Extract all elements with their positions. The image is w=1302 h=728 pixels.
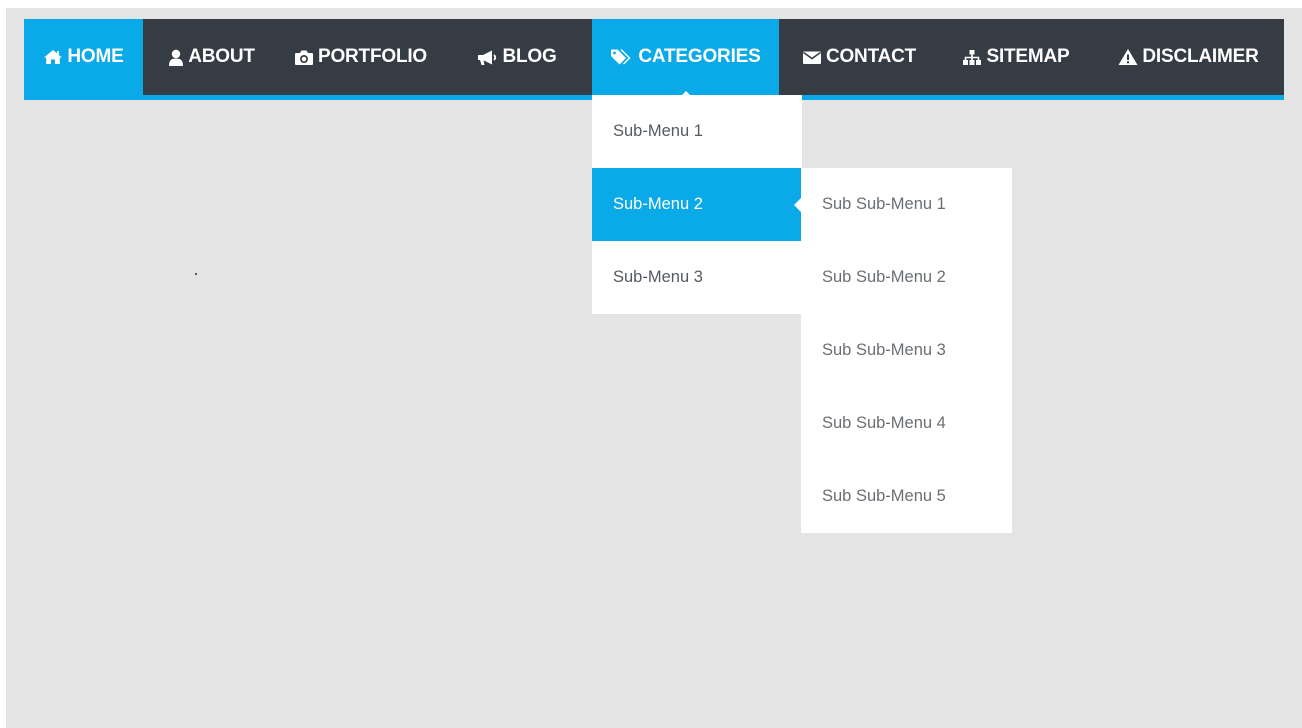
- nav-label-portfolio: PORTFOLIO: [317, 46, 428, 67]
- subsub-label: Sub Sub-Menu 3: [822, 341, 946, 359]
- stray-dot: [195, 273, 197, 275]
- nav-item-sitemap[interactable]: SITEMAP: [939, 19, 1093, 95]
- submenu-label: Sub-Menu 1: [613, 122, 703, 140]
- categories-submenu: Sub-Menu 1 Sub-Menu 2 Sub-Menu 3: [592, 95, 802, 314]
- megaphone-icon: [476, 49, 502, 66]
- subsub-label: Sub Sub-Menu 1: [822, 195, 946, 213]
- nav-item-disclaimer[interactable]: DISCLAIMER: [1093, 19, 1284, 95]
- nav-item-portfolio[interactable]: PORTFOLIO: [280, 19, 441, 95]
- user-icon: [168, 49, 188, 66]
- nav-label-contact: CONTACT: [825, 46, 917, 67]
- subsub-label: Sub Sub-Menu 5: [822, 487, 946, 505]
- subsub-label: Sub Sub-Menu 4: [822, 414, 946, 432]
- subsub-item-2[interactable]: Sub Sub-Menu 2: [801, 241, 1012, 314]
- subsub-item-4[interactable]: Sub Sub-Menu 4: [801, 387, 1012, 460]
- nav-label-categories: CATEGORIES: [638, 46, 761, 67]
- submenu-label: Sub-Menu 2: [613, 195, 703, 213]
- nav-item-home[interactable]: HOME: [24, 19, 143, 95]
- submenu-item-2[interactable]: Sub-Menu 2: [592, 168, 802, 241]
- nav-item-categories[interactable]: CATEGORIES: [592, 19, 779, 100]
- subsub-item-5[interactable]: Sub Sub-Menu 5: [801, 460, 1012, 533]
- nav-item-blog[interactable]: BLOG: [441, 19, 592, 95]
- subsub-label: Sub Sub-Menu 2: [822, 268, 946, 286]
- nav-label-blog: BLOG: [502, 46, 557, 67]
- submenu-label: Sub-Menu 3: [613, 268, 703, 286]
- camera-icon: [294, 49, 318, 66]
- nav-item-about[interactable]: ABOUT: [143, 19, 280, 95]
- sub-submenu: Sub Sub-Menu 1 Sub Sub-Menu 2 Sub Sub-Me…: [801, 168, 1012, 533]
- nav-label-disclaimer: DISCLAIMER: [1142, 46, 1259, 67]
- warning-icon: [1118, 48, 1142, 66]
- subsub-item-1[interactable]: Sub Sub-Menu 1: [801, 168, 1012, 241]
- envelope-icon: [802, 50, 826, 65]
- main-nav-bar: HOME ABOUT PORTFOLIO BLOG CATEGORIES CON…: [24, 19, 1284, 100]
- subsub-item-3[interactable]: Sub Sub-Menu 3: [801, 314, 1012, 387]
- nav-label-about: ABOUT: [188, 46, 255, 67]
- submenu-item-3[interactable]: Sub-Menu 3: [592, 241, 802, 314]
- tags-icon: [610, 48, 638, 66]
- home-icon: [43, 49, 67, 65]
- nav-item-contact[interactable]: CONTACT: [779, 19, 939, 95]
- nav-label-home: HOME: [67, 46, 124, 67]
- sitemap-icon: [962, 49, 986, 66]
- nav-label-sitemap: SITEMAP: [986, 46, 1070, 67]
- submenu-item-1[interactable]: Sub-Menu 1: [592, 95, 802, 168]
